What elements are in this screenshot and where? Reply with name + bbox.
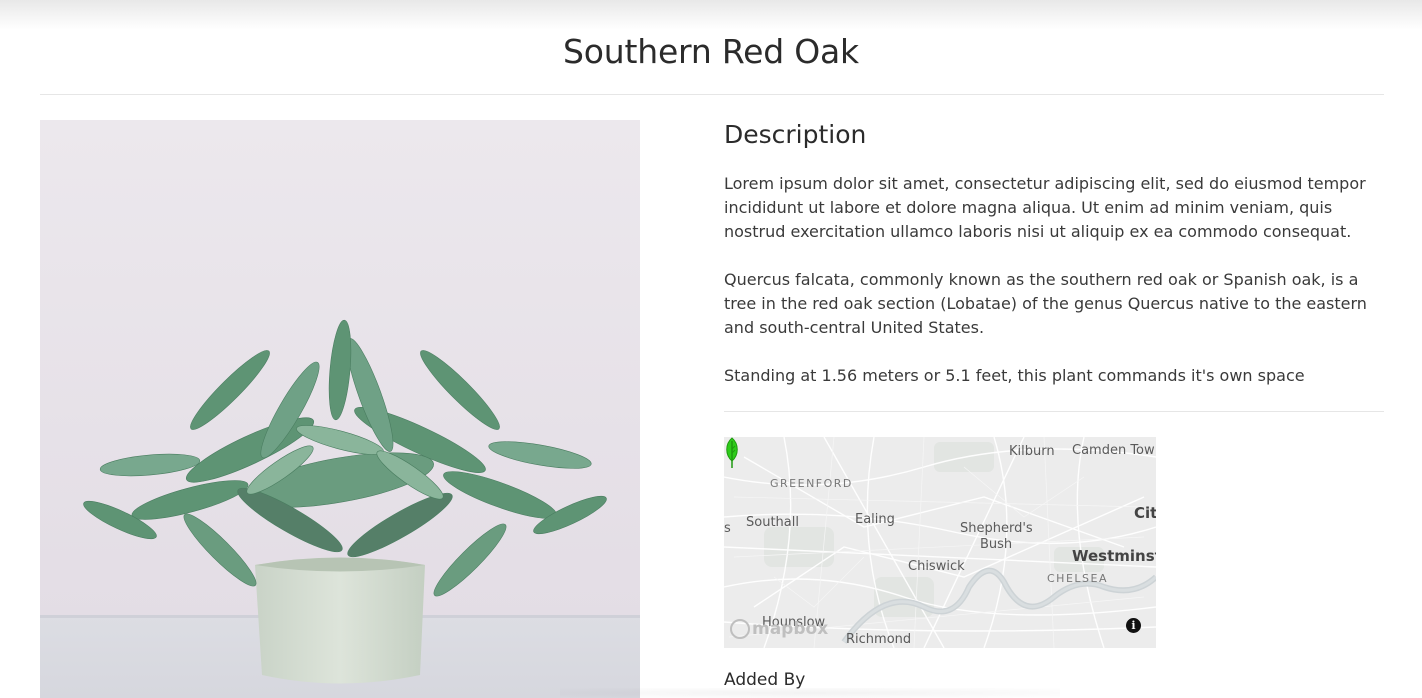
map-label-camden: Camden Tow (1072, 443, 1155, 458)
page-title: Southern Red Oak (563, 32, 859, 71)
map-label-shepherds: Shepherd's (960, 521, 1033, 536)
plant-photo (40, 120, 640, 698)
map-label-s: s (724, 521, 731, 536)
map-label-greenford: GREENFORD (770, 477, 853, 490)
map-label-city: Cit (1134, 504, 1156, 522)
mapbox-logo[interactable]: mapbox (730, 619, 828, 639)
leaf-marker-icon[interactable] (724, 437, 740, 469)
title-divider (40, 94, 1384, 95)
map-label-chelsea: CHELSEA (1047, 572, 1108, 585)
map-info-icon[interactable]: i (1126, 618, 1141, 633)
description-paragraph: Quercus falcata, commonly known as the s… (724, 270, 1367, 337)
added-by-label: Added By (724, 670, 806, 690)
map-label-kilburn: Kilburn (1009, 444, 1055, 459)
bottom-shadow (560, 688, 1060, 698)
map-label-richmond: Richmond (846, 632, 912, 647)
location-map[interactable]: Kilburn Camden Tow GREENFORD s Southall … (724, 437, 1156, 648)
header-shadow (0, 0, 1422, 30)
map-label-chiswick: Chiswick (908, 559, 965, 574)
description-body: Lorem ipsum dolor sit amet, consectetur … (724, 172, 1384, 412)
description-paragraph: Lorem ipsum dolor sit amet, consectetur … (724, 174, 1366, 241)
map-label-westminster: Westminst (1072, 547, 1156, 565)
mapbox-logo-icon (730, 619, 750, 639)
description-heading: Description (724, 120, 867, 149)
map-label-ealing: Ealing (855, 512, 895, 527)
map-label-bush: Bush (980, 537, 1013, 552)
mapbox-logo-text: mapbox (752, 619, 829, 639)
description-divider (724, 411, 1384, 412)
description-paragraph: Standing at 1.56 meters or 5.1 feet, thi… (724, 366, 1305, 385)
map-label-southall: Southall (746, 515, 799, 530)
